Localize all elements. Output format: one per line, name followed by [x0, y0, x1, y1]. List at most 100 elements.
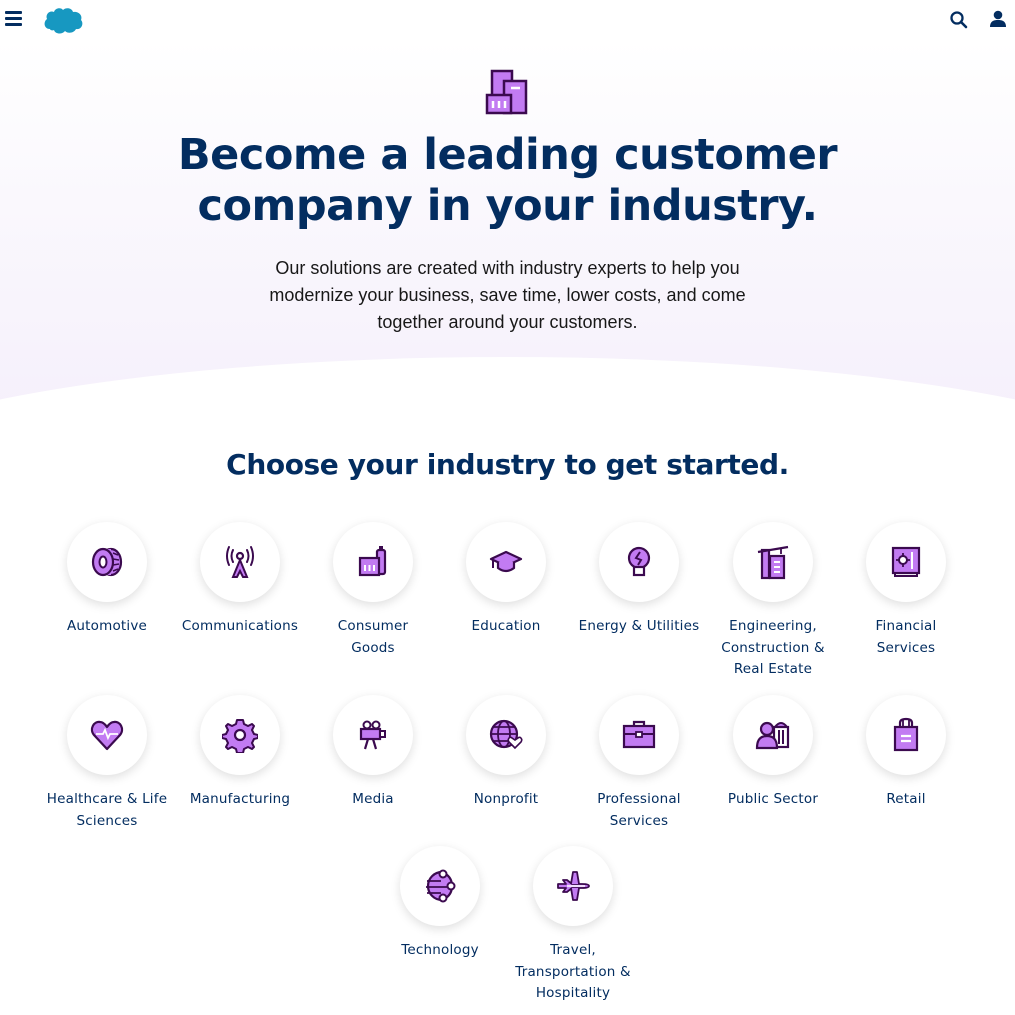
- industry-label-line: Energy & Utilities: [578, 618, 700, 634]
- industry-tile-energy-utilities[interactable]: Energy & Utilities: [574, 522, 704, 638]
- industry-icon-button[interactable]: [599, 522, 679, 602]
- industry-tile-public-sector[interactable]: Public Sector: [708, 695, 838, 811]
- industry-tile-communications[interactable]: Communications: [175, 522, 305, 638]
- industry-label-line: Technology: [401, 942, 479, 958]
- industry-tile-nonprofit[interactable]: Nonprofit: [441, 695, 571, 811]
- video-camera-icon: [359, 720, 386, 750]
- hamburger-menu-icon[interactable]: [5, 11, 22, 27]
- hero-subtitle-line: Our solutions are created with industry …: [275, 258, 740, 278]
- industry-icon-button[interactable]: [466, 695, 546, 775]
- industry-icon-button[interactable]: [866, 695, 946, 775]
- airplane-icon: [557, 871, 590, 901]
- industry-label[interactable]: Financial Services: [841, 616, 971, 659]
- industry-icon-button[interactable]: [200, 522, 280, 602]
- safe-icon: [891, 546, 921, 577]
- industry-tile-financial-services[interactable]: Financial Services: [841, 522, 971, 659]
- industry-label-line: Professional: [597, 791, 681, 807]
- consumer-goods-icon: [358, 546, 387, 577]
- industry-icon-button[interactable]: [733, 695, 813, 775]
- heart-pulse-icon: [90, 720, 124, 751]
- industry-icon-button[interactable]: [599, 695, 679, 775]
- industry-label[interactable]: Education: [441, 616, 571, 638]
- industry-label-line: Construction &: [721, 639, 825, 656]
- shopping-bag-icon: [893, 717, 919, 752]
- industry-tile-education[interactable]: Education: [441, 522, 571, 638]
- crane-building-icon: [757, 545, 789, 580]
- person-government-icon: [755, 721, 790, 750]
- industries-heading: Choose your industry to get started.: [226, 448, 789, 481]
- industry-label-line: Real Estate: [733, 661, 813, 677]
- industry-icon-button[interactable]: [533, 846, 613, 926]
- industry-tile-media[interactable]: Media: [308, 695, 438, 811]
- industry-label-line: Financial: [875, 618, 937, 634]
- industry-label-line: Services: [876, 639, 936, 656]
- industry-tile-manufacturing[interactable]: Manufacturing: [175, 695, 305, 811]
- industry-label[interactable]: Technology: [375, 940, 505, 962]
- industry-icon-button[interactable]: [333, 522, 413, 602]
- industry-label-line: Consumer: [337, 618, 409, 634]
- industry-label-line: Healthcare & Life: [46, 791, 168, 807]
- industry-label[interactable]: Consumer Goods: [308, 616, 438, 659]
- tire-icon: [91, 547, 123, 577]
- industry-label[interactable]: Automotive: [42, 616, 172, 638]
- industry-icon-button[interactable]: [733, 522, 813, 602]
- industry-label[interactable]: Engineering, Construction & Real Estate: [708, 616, 838, 681]
- industry-icon-button[interactable]: [67, 695, 147, 775]
- hero-title-line: company in your industry.: [197, 181, 818, 231]
- industry-icon-button[interactable]: [67, 522, 147, 602]
- industry-label[interactable]: Manufacturing: [175, 789, 305, 811]
- cloud-logo[interactable]: [42, 5, 84, 35]
- industry-label-line: Public Sector: [727, 791, 819, 807]
- gear-icon: [222, 719, 258, 753]
- industry-label[interactable]: Nonprofit: [441, 789, 571, 811]
- industry-label-line: Sciences: [76, 812, 138, 829]
- hero-subtitle: Our solutions are created with industry …: [250, 255, 765, 336]
- industry-tile-consumer-goods[interactable]: Consumer Goods: [308, 522, 438, 659]
- industry-label[interactable]: Professional Services: [574, 789, 704, 832]
- network-globe-icon: [426, 869, 456, 903]
- industry-label-line: Education: [471, 618, 541, 634]
- industry-tile-retail[interactable]: Retail: [841, 695, 971, 811]
- industry-icon-button[interactable]: [866, 522, 946, 602]
- industry-label[interactable]: Retail: [841, 789, 971, 811]
- industry-icon-button[interactable]: [200, 695, 280, 775]
- lightbulb-icon: [627, 546, 651, 577]
- industry-icon-button[interactable]: [333, 695, 413, 775]
- globe-heart-icon: [489, 719, 523, 750]
- industry-label-line: Media: [352, 791, 394, 807]
- industry-label[interactable]: Public Sector: [708, 789, 838, 811]
- industry-label[interactable]: Communications: [175, 616, 305, 638]
- industry-label[interactable]: Energy & Utilities: [574, 616, 704, 638]
- radio-tower-icon: [226, 546, 254, 578]
- briefcase-icon: [622, 720, 656, 749]
- industry-label-line: Retail: [886, 791, 926, 807]
- industry-label-line: Manufacturing: [189, 791, 291, 807]
- industry-icon-button[interactable]: [400, 846, 480, 926]
- buildings-icon: [485, 69, 528, 115]
- search-icon[interactable]: [949, 10, 969, 30]
- industry-icon-button[interactable]: [466, 522, 546, 602]
- industry-tile-technology[interactable]: Technology: [375, 846, 505, 962]
- industry-label-line: Services: [609, 812, 669, 829]
- industry-tile-engineering-construction-real-estate[interactable]: Engineering, Construction & Real Estate: [708, 522, 838, 681]
- industry-label-line: Communications: [181, 618, 299, 634]
- hero-subtitle-line: together around your customers.: [377, 312, 638, 332]
- industry-tile-healthcare-life-sciences[interactable]: Healthcare & Life Sciences: [42, 695, 172, 832]
- industry-label-line: Travel,: [550, 942, 596, 958]
- industry-label[interactable]: Travel, Transportation & Hospitality: [508, 940, 638, 1005]
- industry-label[interactable]: Media: [308, 789, 438, 811]
- industry-label-line: Goods: [351, 639, 395, 656]
- industry-tile-automotive[interactable]: Automotive: [42, 522, 172, 638]
- top-navigation-bar: [0, 0, 1015, 40]
- industry-label-line: Automotive: [66, 618, 148, 634]
- industry-tile-travel-transportation-hospitality[interactable]: Travel, Transportation & Hospitality: [508, 846, 638, 1005]
- industry-tile-professional-services[interactable]: Professional Services: [574, 695, 704, 832]
- industry-label[interactable]: Healthcare & Life Sciences: [42, 789, 172, 832]
- hero-title-line: Become a leading customer: [177, 130, 838, 180]
- user-icon[interactable]: [988, 9, 1008, 29]
- industry-label-line: Transportation &: [515, 963, 631, 980]
- graduation-cap-icon: [489, 550, 523, 573]
- hero-title: Become a leading customer company in you…: [0, 130, 1015, 232]
- industry-label-line: Hospitality: [535, 985, 611, 1001]
- hero-subtitle-line: modernize your business, save time, lowe…: [269, 285, 746, 305]
